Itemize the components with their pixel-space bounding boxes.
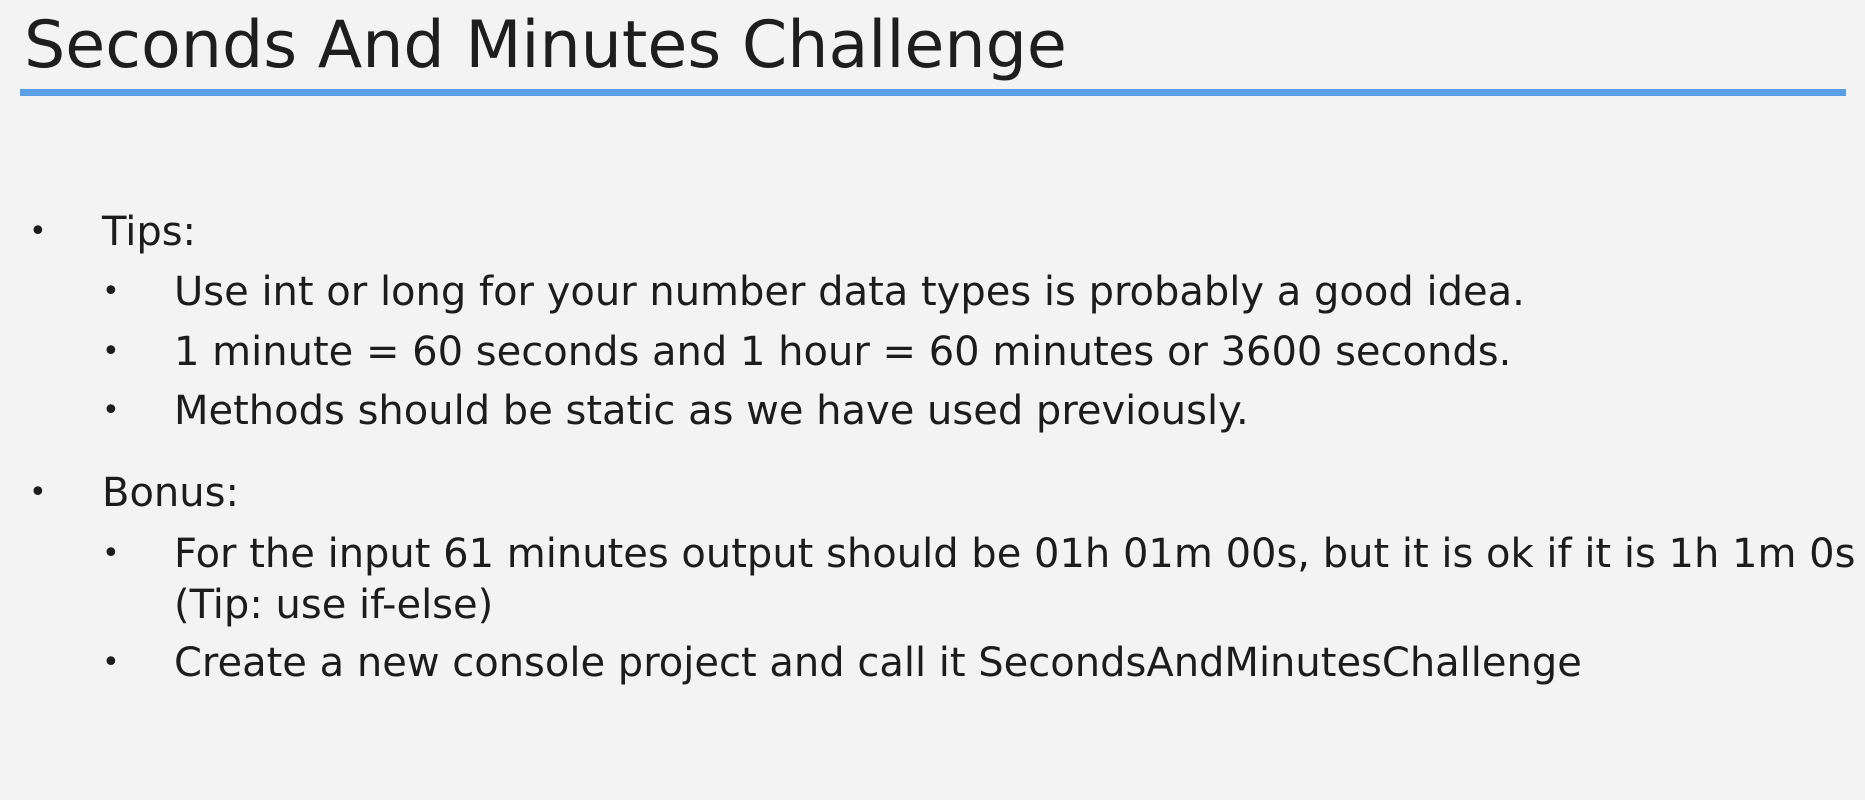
bullet-tip-2: •	[102, 334, 120, 369]
slide-title: Seconds And Minutes Challenge	[24, 8, 1067, 83]
title-underline	[20, 89, 1846, 96]
bullet-tip-3: •	[102, 393, 120, 428]
bullet-tips: •	[29, 214, 47, 249]
section-heading-bonus: Bonus:	[102, 470, 239, 516]
tip-item-3: Methods should be static as we have used…	[174, 388, 1249, 434]
bullet-bonus-1: •	[102, 536, 120, 571]
tip-item-1: Use int or long for your number data typ…	[174, 269, 1525, 315]
section-heading-tips: Tips:	[102, 209, 197, 255]
bullet-bonus: •	[29, 475, 47, 510]
bonus-item-2: Create a new console project and call it…	[174, 640, 1582, 686]
bullet-tip-1: •	[102, 274, 120, 309]
bonus-item-1-line-2: (Tip: use if-else)	[174, 582, 494, 628]
bullet-bonus-2: •	[102, 645, 120, 680]
bonus-item-1-line-1: For the input 61 minutes output should b…	[174, 531, 1856, 577]
tip-item-2: 1 minute = 60 seconds and 1 hour = 60 mi…	[174, 329, 1512, 375]
